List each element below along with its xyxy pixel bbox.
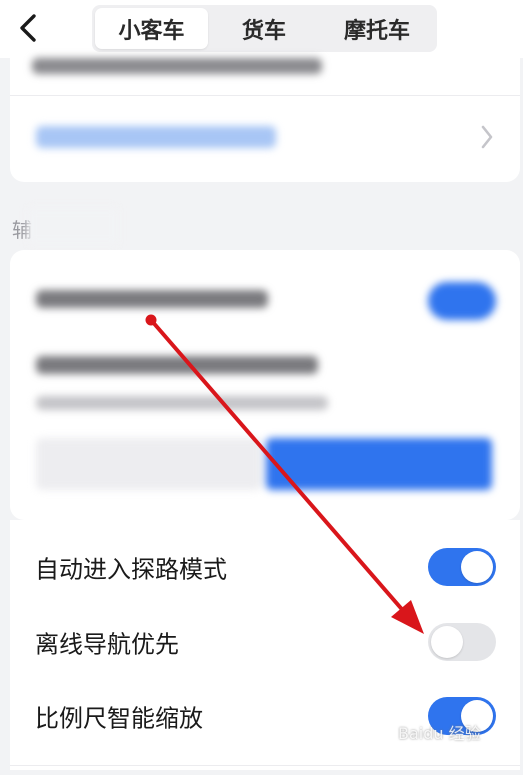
watermark: Baidu 经验 (398, 724, 481, 743)
annotation-arrow (145, 314, 424, 634)
